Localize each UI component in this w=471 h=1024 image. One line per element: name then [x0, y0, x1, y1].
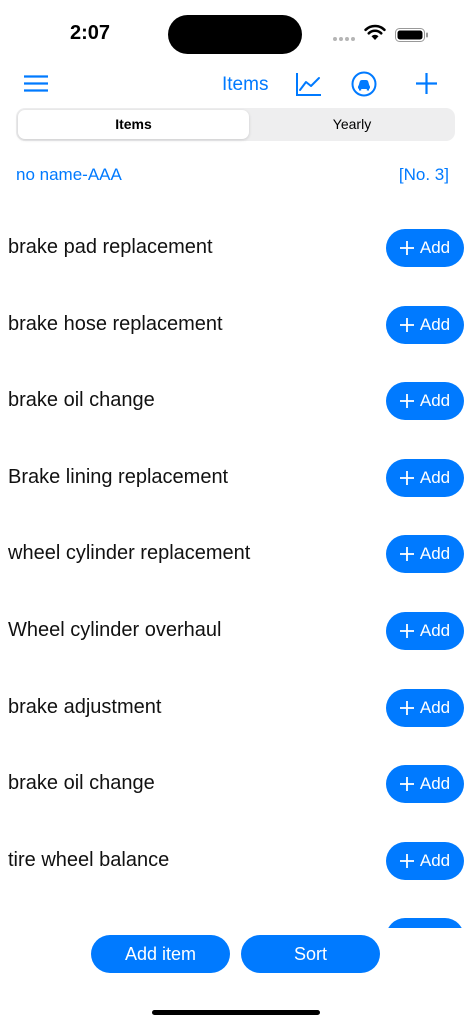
vehicle-number: [No. 3]	[398, 165, 449, 184]
list-item: brake oil change Add	[0, 746, 471, 823]
add-button-label: Add	[419, 774, 451, 794]
add-button[interactable]: Add	[386, 458, 464, 497]
add-button[interactable]: Add	[386, 841, 464, 880]
add-button-label: Add	[420, 927, 450, 928]
plus-icon	[399, 853, 414, 868]
add-button[interactable]: Add	[386, 382, 464, 421]
add-button[interactable]: Add	[386, 535, 464, 574]
segment-items[interactable]: Items	[18, 110, 249, 139]
plus-icon	[399, 623, 414, 638]
add-button[interactable]: Add	[386, 688, 464, 727]
cellular-signal-icon	[333, 37, 355, 41]
add-button-label: Add	[419, 850, 451, 870]
add-button-label: Add	[419, 238, 451, 257]
plus-icon	[399, 394, 414, 409]
add-item-button[interactable]: Add item	[91, 935, 230, 973]
home-indicator	[152, 1010, 320, 1015]
list-item: brake oil change Add	[0, 363, 471, 440]
add-button-label: Add	[419, 467, 451, 487]
items-nav-button[interactable]: Items	[222, 74, 268, 96]
add-button-label: Add	[419, 697, 451, 717]
list-item: Wheel cylinder overhaul Add	[0, 593, 471, 670]
status-time: 2:07	[70, 22, 111, 44]
add-button[interactable]: Add	[386, 611, 464, 650]
item-label: brake pad replacement	[8, 236, 213, 258]
app-screen: 2:07 Items Items Yearly no name-AAA [No.…	[0, 0, 471, 1024]
plus-icon	[399, 700, 414, 715]
list-item: wheel cylinder replacement Add	[0, 516, 471, 593]
car-icon[interactable]	[351, 71, 377, 97]
list-item: brake adjustment Add	[0, 670, 471, 747]
list-item: brake pad replacement Add	[0, 210, 471, 287]
item-list[interactable]: brake pad replacement Add brake hose rep…	[0, 210, 471, 928]
add-button[interactable]: Add	[386, 918, 464, 928]
add-button-label: Add	[419, 314, 451, 334]
plus-icon	[399, 547, 414, 562]
add-button[interactable]: Add	[386, 765, 464, 804]
sort-button[interactable]: Sort	[241, 935, 380, 973]
vehicle-name[interactable]: no name-AAA	[16, 165, 122, 185]
add-button-label: Add	[419, 620, 451, 640]
segment-yearly[interactable]: Yearly	[251, 110, 453, 139]
menu-icon[interactable]	[24, 75, 48, 92]
plus-icon[interactable]	[416, 73, 437, 94]
item-label: brake oil change	[8, 772, 155, 795]
list-item: tire wheel balance Add	[0, 823, 471, 900]
item-label: Brake lining replacement	[8, 465, 229, 488]
plus-icon	[399, 777, 414, 792]
wifi-icon	[364, 24, 386, 40]
list-item: Brake lining replacement Add	[0, 440, 471, 517]
add-button-label: Add	[419, 544, 451, 564]
add-button[interactable]: Add	[386, 229, 464, 267]
battery-icon	[395, 28, 428, 42]
plus-icon	[399, 241, 414, 255]
list-item: Add	[0, 899, 471, 928]
item-label: wheel cylinder replacement	[8, 542, 251, 565]
item-label: brake hose replacement	[8, 312, 223, 335]
add-button-label: Add	[419, 391, 451, 411]
item-label: Wheel cylinder overhaul	[8, 618, 222, 641]
list-item: brake hose replacement Add	[0, 287, 471, 364]
item-label: tire wheel balance	[8, 848, 170, 871]
plus-icon	[399, 470, 414, 485]
chart-line-icon[interactable]	[296, 72, 322, 96]
item-label: brake oil change	[8, 389, 155, 412]
item-label: brake adjustment	[8, 695, 162, 718]
plus-icon	[399, 317, 414, 332]
dynamic-island	[168, 15, 302, 54]
segmented-control: Items Yearly	[16, 108, 455, 141]
add-button[interactable]: Add	[386, 305, 464, 344]
